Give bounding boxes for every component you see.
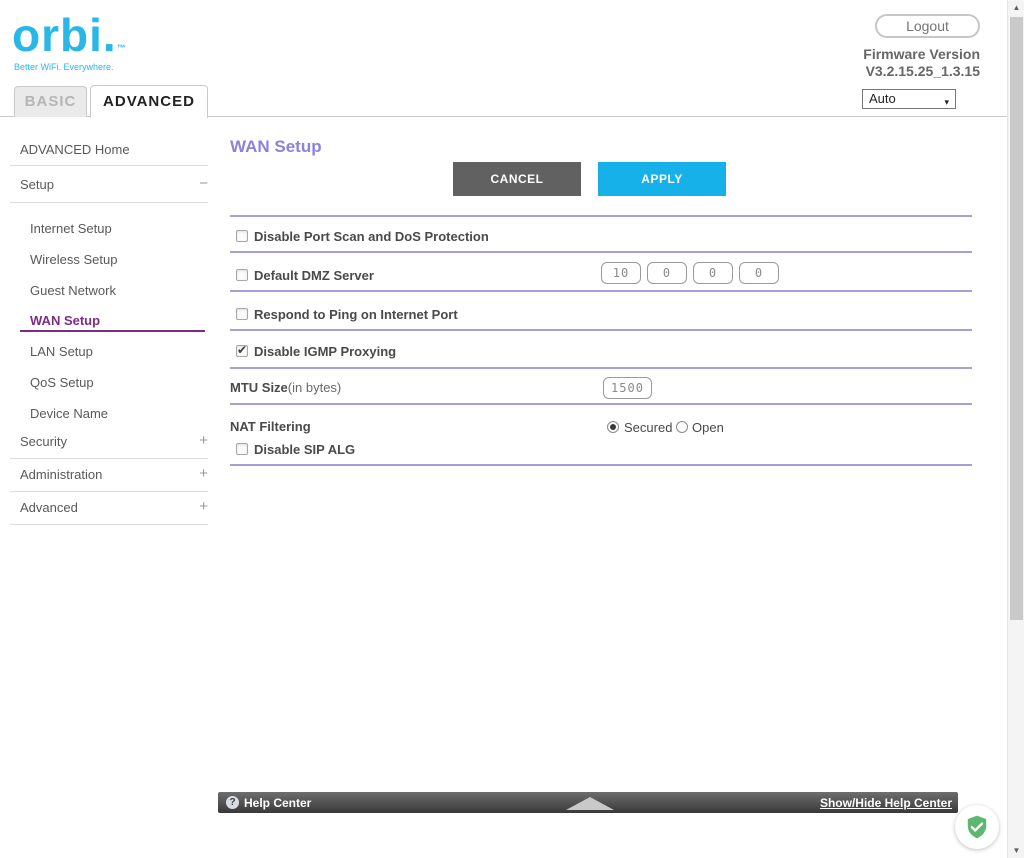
row-divider [230,329,972,331]
shield-check-icon [964,814,990,840]
firmware-version-value: V3.2.15.25_1.3.15 [700,63,980,80]
disable-igmp-checkbox[interactable] [236,345,248,357]
help-question-icon: ? [226,796,239,809]
help-center-label: Help Center [244,796,311,810]
trademark-symbol: ™ [117,43,127,53]
mtu-size-label: MTU Size(in bytes) [230,380,341,395]
collapse-triangle-icon[interactable] [566,797,614,810]
sidebar-divider [10,165,208,166]
expand-icon[interactable]: + [199,432,208,449]
active-item-underline [20,330,205,332]
brand-tagline: Better WiFi. Everywhere. [14,62,114,72]
sidebar-divider [10,524,208,525]
nat-secured-label: Secured [624,420,672,435]
disable-port-scan-checkbox[interactable] [236,230,248,242]
sidebar-item-advanced[interactable]: Advanced + [20,500,208,515]
sidebar-item-device-name[interactable]: Device Name [30,406,208,421]
section-divider [230,215,972,217]
row-divider [230,251,972,253]
disable-sip-alg-label: Disable SIP ALG [254,442,355,457]
scrollbar-thumb[interactable] [1010,17,1023,620]
sidebar-item-guest-network[interactable]: Guest Network [30,283,208,298]
tab-advanced[interactable]: ADVANCED [90,85,208,118]
scroll-up-icon[interactable]: ▲ [1008,3,1024,12]
default-dmz-label: Default DMZ Server [254,268,374,283]
expand-icon[interactable]: + [199,465,208,482]
cancel-button[interactable]: CANCEL [453,162,581,196]
nat-secured-radio[interactable] [607,421,619,433]
help-center-bar: ? Help Center Show/Hide Help Center [218,792,958,813]
sidebar-item-advanced-home[interactable]: ADVANCED Home [20,142,208,157]
wan-setup-page: orbi.™ Better WiFi. Everywhere. Logout F… [0,0,1024,858]
logout-button[interactable]: Logout [875,14,980,38]
mtu-size-label-bold: MTU Size [230,380,288,395]
sidebar-divider [10,202,208,203]
security-shield-badge[interactable] [955,805,999,849]
tab-basic[interactable]: BASIC [14,86,87,117]
dmz-ip-octet-1[interactable] [601,262,641,284]
language-select[interactable]: Auto ▾ [862,89,956,109]
mtu-size-label-suffix: (in bytes) [288,380,341,395]
nat-filtering-label: NAT Filtering [230,419,311,434]
sidebar-item-security[interactable]: Security + [20,434,208,449]
disable-sip-alg-checkbox[interactable] [236,443,248,455]
sidebar-item-qos-setup[interactable]: QoS Setup [30,375,208,390]
sidebar-item-wireless-setup[interactable]: Wireless Setup [30,252,208,267]
language-selected-value: Auto [869,91,896,106]
dmz-ip-octet-4[interactable] [739,262,779,284]
orbi-logo: orbi.™ [12,12,127,58]
row-divider [230,367,972,369]
nat-open-radio[interactable] [676,421,688,433]
sidebar-item-lan-setup[interactable]: LAN Setup [30,344,208,359]
orbi-logo-text: orbi. [12,9,117,61]
sidebar-item-setup-label: Setup [20,177,54,192]
vertical-scrollbar[interactable]: ▲ ▼ [1007,0,1024,858]
dmz-ip-octet-3[interactable] [693,262,733,284]
collapse-icon[interactable]: − [199,175,208,192]
sidebar-item-administration[interactable]: Administration + [20,467,208,482]
respond-ping-label: Respond to Ping on Internet Port [254,307,458,322]
sidebar-item-advanced-label: Advanced [20,500,78,515]
mtu-size-input[interactable] [603,377,652,399]
disable-igmp-label: Disable IGMP Proxying [254,344,396,359]
disable-port-scan-label: Disable Port Scan and DoS Protection [254,229,489,244]
sidebar-item-setup[interactable]: Setup − [20,177,208,192]
sidebar-divider [10,491,208,492]
respond-ping-checkbox[interactable] [236,308,248,320]
show-hide-help-link[interactable]: Show/Hide Help Center [820,796,952,810]
dmz-ip-octet-2[interactable] [647,262,687,284]
sidebar-divider [10,458,208,459]
apply-button[interactable]: APPLY [598,162,726,196]
chevron-down-icon: ▾ [944,93,949,111]
scroll-down-icon[interactable]: ▼ [1008,846,1024,855]
nat-open-label: Open [692,420,724,435]
sidebar-item-internet-setup[interactable]: Internet Setup [30,221,208,236]
sidebar-item-wan-setup[interactable]: WAN Setup [30,313,208,328]
row-divider [230,464,972,466]
sidebar-item-security-label: Security [20,434,67,449]
firmware-version-block: Firmware Version V3.2.15.25_1.3.15 [700,46,980,80]
firmware-version-label: Firmware Version [700,46,980,63]
row-divider [230,290,972,292]
page-title: WAN Setup [230,137,322,157]
default-dmz-checkbox[interactable] [236,269,248,281]
row-divider [230,403,972,405]
expand-icon[interactable]: + [199,498,208,515]
sidebar-item-administration-label: Administration [20,467,102,482]
